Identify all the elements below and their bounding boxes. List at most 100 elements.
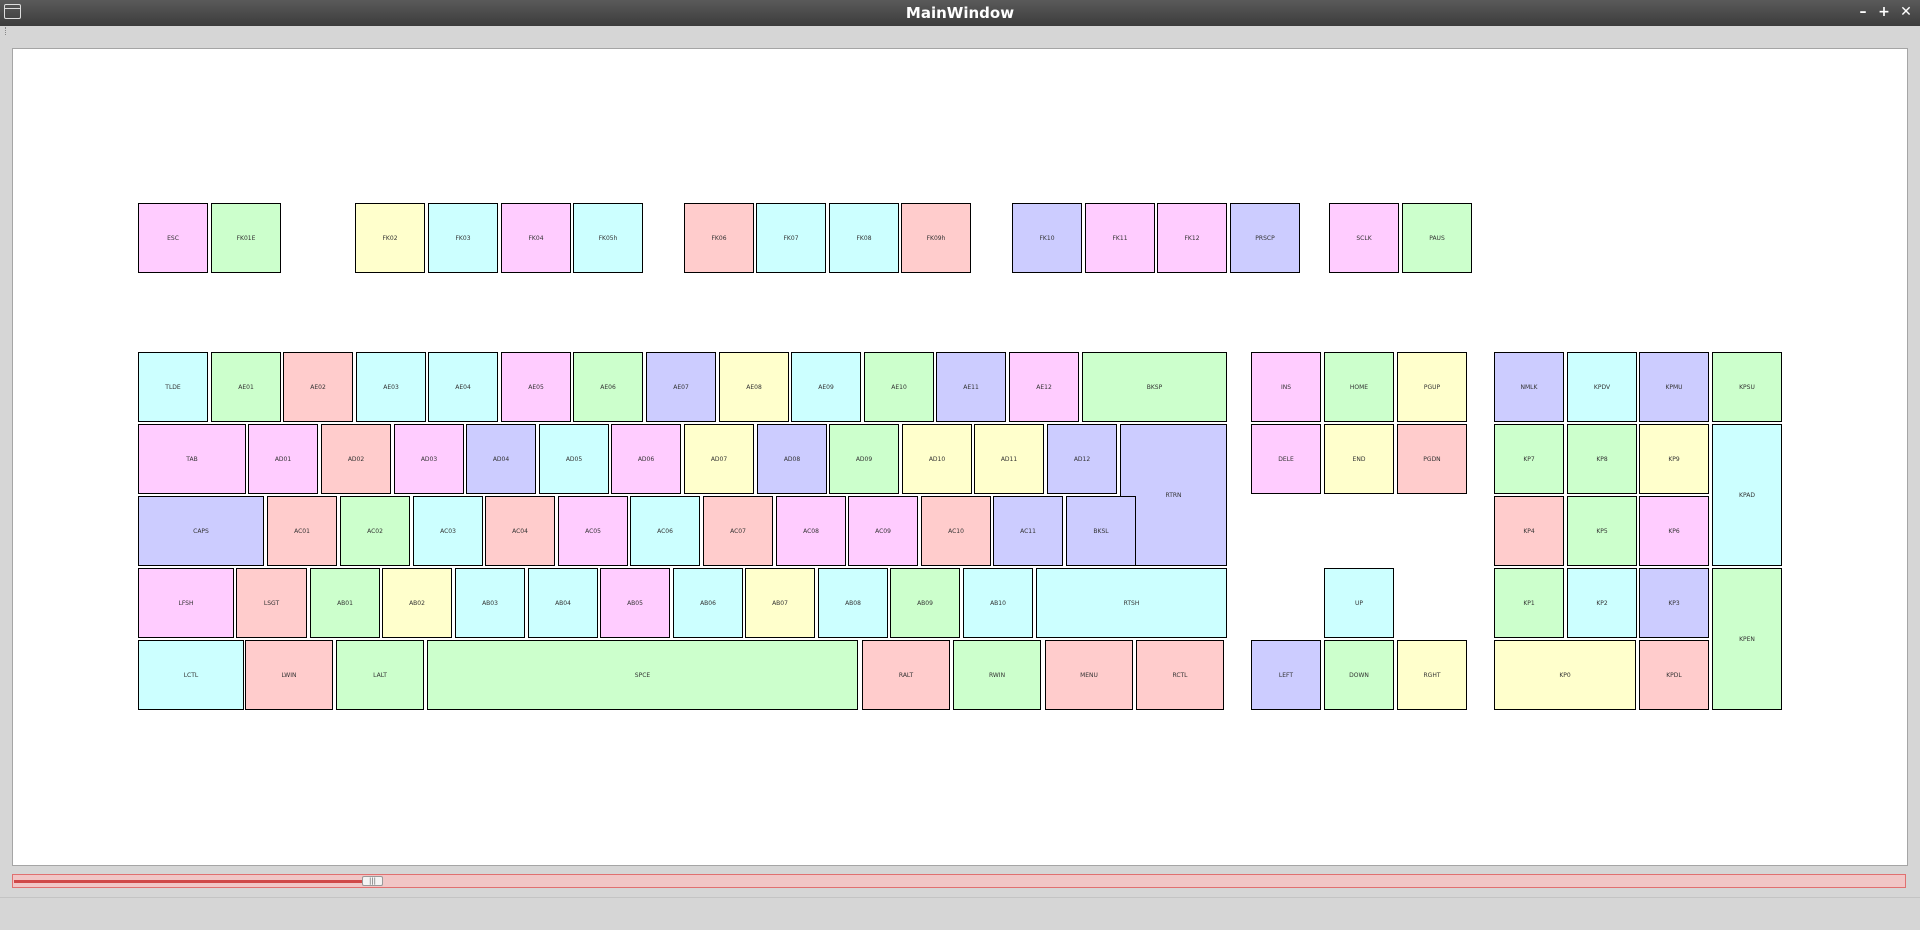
- key-fk05h[interactable]: FK05h: [573, 203, 643, 273]
- minimize-button[interactable]: –: [1854, 3, 1872, 21]
- key-pgdn[interactable]: PGDN: [1397, 424, 1467, 494]
- key-ab10[interactable]: AB10: [963, 568, 1033, 638]
- key-fk02[interactable]: FK02: [355, 203, 425, 273]
- key-lfsh[interactable]: LFSH: [138, 568, 234, 638]
- key-kp2[interactable]: KP2: [1567, 568, 1637, 638]
- key-rtrn[interactable]: RTRN: [1120, 424, 1227, 566]
- key-ad09[interactable]: AD09: [829, 424, 899, 494]
- key-fk09h[interactable]: FK09h: [901, 203, 971, 273]
- key-ac03[interactable]: AC03: [413, 496, 483, 566]
- key-ad03[interactable]: AD03: [394, 424, 464, 494]
- key-left[interactable]: LEFT: [1251, 640, 1321, 710]
- key-ac01[interactable]: AC01: [267, 496, 337, 566]
- key-ae10[interactable]: AE10: [864, 352, 934, 422]
- key-kp4[interactable]: KP4: [1494, 496, 1564, 566]
- toolbar-grip[interactable]: [5, 27, 9, 35]
- key-kp7[interactable]: KP7: [1494, 424, 1564, 494]
- key-home[interactable]: HOME: [1324, 352, 1394, 422]
- key-lctl[interactable]: LCTL: [138, 640, 244, 710]
- key-ad01[interactable]: AD01: [248, 424, 318, 494]
- key-end[interactable]: END: [1324, 424, 1394, 494]
- key-ac05[interactable]: AC05: [558, 496, 628, 566]
- key-ac06[interactable]: AC06: [630, 496, 700, 566]
- key-ae05[interactable]: AE05: [501, 352, 571, 422]
- key-ac10[interactable]: AC10: [921, 496, 991, 566]
- key-ae11[interactable]: AE11: [936, 352, 1006, 422]
- key-ad10[interactable]: AD10: [902, 424, 972, 494]
- key-ad07[interactable]: AD07: [684, 424, 754, 494]
- key-lwin[interactable]: LWIN: [245, 640, 333, 710]
- key-ad05[interactable]: AD05: [539, 424, 609, 494]
- key-kpdl[interactable]: KPDL: [1639, 640, 1709, 710]
- key-esc[interactable]: ESC: [138, 203, 208, 273]
- key-kp6[interactable]: KP6: [1639, 496, 1709, 566]
- key-fk04[interactable]: FK04: [501, 203, 571, 273]
- key-prscp[interactable]: PRSCP: [1230, 203, 1300, 273]
- key-spce[interactable]: SPCE: [427, 640, 858, 710]
- key-lalt[interactable]: LALT: [336, 640, 424, 710]
- key-kp1[interactable]: KP1: [1494, 568, 1564, 638]
- key-kpmu[interactable]: KPMU: [1639, 352, 1709, 422]
- key-ab08[interactable]: AB08: [818, 568, 888, 638]
- close-button[interactable]: ✕: [1897, 3, 1915, 21]
- key-tab[interactable]: TAB: [138, 424, 246, 494]
- key-paus[interactable]: PAUS: [1402, 203, 1472, 273]
- key-ad06[interactable]: AD06: [611, 424, 681, 494]
- key-ad11[interactable]: AD11: [974, 424, 1044, 494]
- key-ac11[interactable]: AC11: [993, 496, 1063, 566]
- key-caps[interactable]: CAPS: [138, 496, 264, 566]
- key-ab04[interactable]: AB04: [528, 568, 598, 638]
- key-ad12[interactable]: AD12: [1047, 424, 1117, 494]
- key-kpen[interactable]: KPEN: [1712, 568, 1782, 710]
- key-ae09[interactable]: AE09: [791, 352, 861, 422]
- key-rtsh[interactable]: RTSH: [1036, 568, 1227, 638]
- key-dele[interactable]: DELE: [1251, 424, 1321, 494]
- key-ralt[interactable]: RALT: [862, 640, 950, 710]
- key-kp8[interactable]: KP8: [1567, 424, 1637, 494]
- key-fk01e[interactable]: FK01E: [211, 203, 281, 273]
- key-up[interactable]: UP: [1324, 568, 1394, 638]
- key-rght[interactable]: RGHT: [1397, 640, 1467, 710]
- key-kp5[interactable]: KP5: [1567, 496, 1637, 566]
- key-ab02[interactable]: AB02: [382, 568, 452, 638]
- key-ae01[interactable]: AE01: [211, 352, 281, 422]
- key-fk08[interactable]: FK08: [829, 203, 899, 273]
- key-ab03[interactable]: AB03: [455, 568, 525, 638]
- key-rwin[interactable]: RWIN: [953, 640, 1041, 710]
- key-ac07[interactable]: AC07: [703, 496, 773, 566]
- key-ac04[interactable]: AC04: [485, 496, 555, 566]
- key-ae04[interactable]: AE04: [428, 352, 498, 422]
- key-ae12[interactable]: AE12: [1009, 352, 1079, 422]
- key-lsgt[interactable]: LSGT: [236, 568, 307, 638]
- keyboard-canvas[interactable]: ESC FK01E FK02 FK03 FK04 FK05h FK06 FK07 FK08 FK0…: [12, 48, 1908, 866]
- key-kpdv[interactable]: KPDV: [1567, 352, 1637, 422]
- key-nmlk[interactable]: NMLK: [1494, 352, 1564, 422]
- key-fk06[interactable]: FK06: [684, 203, 754, 273]
- key-ac02[interactable]: AC02: [340, 496, 410, 566]
- key-ae08[interactable]: AE08: [719, 352, 789, 422]
- slider-handle[interactable]: |||: [362, 876, 383, 886]
- key-kpad[interactable]: KPAD: [1712, 424, 1782, 566]
- key-ab05[interactable]: AB05: [600, 568, 670, 638]
- key-fk10[interactable]: FK10: [1012, 203, 1082, 273]
- maximize-button[interactable]: +: [1875, 3, 1893, 21]
- key-fk07[interactable]: FK07: [756, 203, 826, 273]
- key-fk11[interactable]: FK11: [1085, 203, 1155, 273]
- key-kp0[interactable]: KP0: [1494, 640, 1636, 710]
- key-bksp[interactable]: BKSP: [1082, 352, 1227, 422]
- key-ab06[interactable]: AB06: [673, 568, 743, 638]
- key-ac08[interactable]: AC08: [776, 496, 846, 566]
- key-bksl[interactable]: BKSL: [1066, 496, 1136, 566]
- key-kp9[interactable]: KP9: [1639, 424, 1709, 494]
- key-pgup[interactable]: PGUP: [1397, 352, 1467, 422]
- key-tlde[interactable]: TLDE: [138, 352, 208, 422]
- key-kp3[interactable]: KP3: [1639, 568, 1709, 638]
- key-down[interactable]: DOWN: [1324, 640, 1394, 710]
- zoom-slider[interactable]: |||: [12, 874, 1906, 888]
- key-ae03[interactable]: AE03: [356, 352, 426, 422]
- key-ab07[interactable]: AB07: [745, 568, 815, 638]
- key-kpsu[interactable]: KPSU: [1712, 352, 1782, 422]
- key-fk12[interactable]: FK12: [1157, 203, 1227, 273]
- key-ad02[interactable]: AD02: [321, 424, 391, 494]
- key-ac09[interactable]: AC09: [848, 496, 918, 566]
